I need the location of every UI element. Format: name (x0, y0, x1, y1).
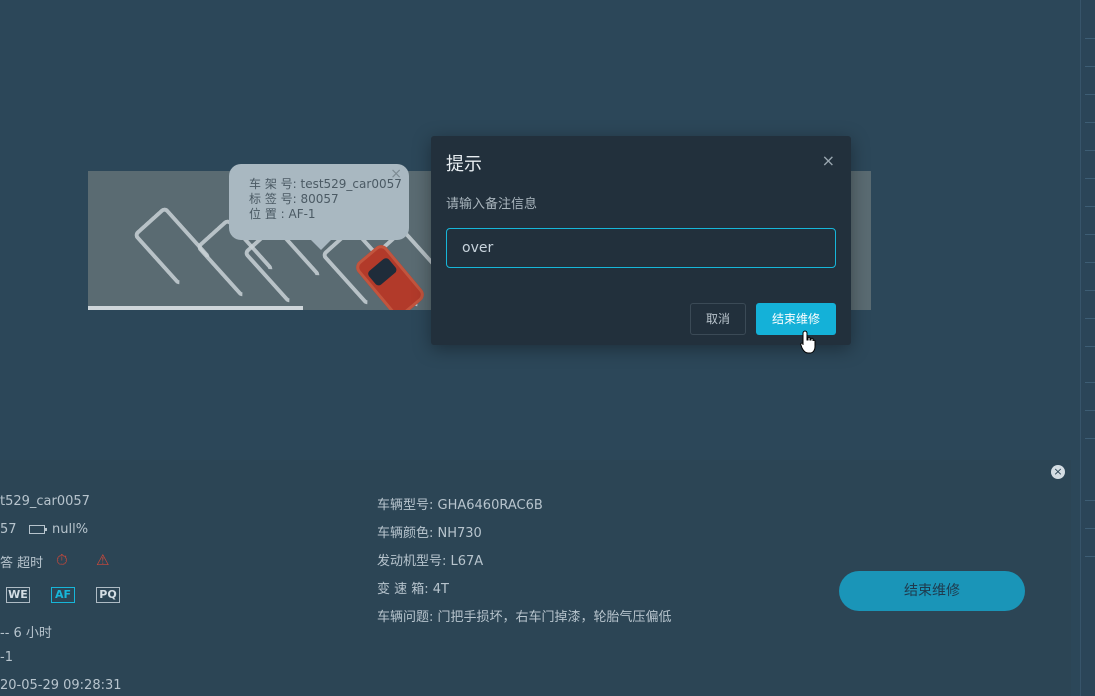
rail-tick (1085, 150, 1095, 151)
car-detail-panel: × t529_car0057 57 null% 答 超时 ⏱ ⚠ WE AF P… (0, 460, 1071, 696)
rail-tick (1085, 178, 1095, 179)
dialog-message: 请输入备注信息 (446, 197, 538, 212)
rail-tick (1085, 528, 1095, 529)
rail-tick (1085, 122, 1095, 123)
battery-level: null% (52, 522, 89, 537)
cancel-button[interactable]: 取消 (690, 303, 746, 335)
detail-datetime: 20-05-29 09:28:31 (0, 678, 122, 693)
timer-alert-icon: ⏱ (56, 551, 68, 569)
rail-tick (1085, 382, 1095, 383)
right-scroll-rail[interactable] (1080, 0, 1095, 696)
detail-car-model: 车辆型号: GHA6460RAC6B (377, 498, 543, 513)
hand-cursor-icon (800, 330, 816, 354)
badge-we[interactable]: WE (6, 587, 30, 603)
rail-tick (1085, 234, 1095, 235)
badge-af[interactable]: AF (51, 587, 75, 603)
dialog-title: 提示 (446, 154, 482, 175)
rail-tick (1085, 500, 1095, 501)
dialog-close-icon[interactable]: × (822, 151, 835, 170)
detail-car-problem: 车辆问题: 门把手损坏，右车门掉漆，轮胎气压偏低 (377, 610, 672, 625)
detail-car-color: 车辆颜色: NH730 (377, 526, 482, 541)
status-overtime: 答 超时 (0, 556, 44, 571)
remark-input[interactable] (446, 228, 836, 268)
detail-position: -1 (0, 650, 13, 665)
rail-tick (1085, 410, 1095, 411)
rail-tick (1085, 66, 1095, 67)
detail-gearbox: 变 速 箱: 4T (377, 582, 449, 597)
end-repair-confirm-button[interactable]: 结束维修 (756, 303, 836, 335)
detail-engine-model: 发动机型号: L67A (377, 554, 484, 569)
detail-frame-no: t529_car0057 (0, 494, 90, 509)
detail-duration: -- 6 小时 (0, 626, 52, 641)
rail-tick (1085, 318, 1095, 319)
road-line (88, 306, 303, 310)
rail-tick (1085, 290, 1095, 291)
rail-tick (1085, 346, 1095, 347)
tooltip-frame-no: 车 架 号: test529_car0057 (249, 177, 402, 191)
prompt-dialog: 提示 × 请输入备注信息 取消 结束维修 (431, 136, 851, 345)
detail-tag-no: 57 (0, 522, 17, 537)
rail-tick (1085, 94, 1095, 95)
panel-close-icon[interactable]: × (1051, 465, 1065, 479)
rail-tick (1085, 262, 1095, 263)
rail-tick (1085, 556, 1095, 557)
rail-tick (1085, 438, 1095, 439)
tooltip-tag-no: 标 签 号: 80057 (249, 192, 339, 206)
badge-pq[interactable]: PQ (96, 587, 120, 603)
car-info-tooltip: 车 架 号: test529_car0057 标 签 号: 80057 位 置 … (229, 164, 409, 250)
tooltip-close-icon[interactable]: × (390, 167, 402, 182)
siren-icon: ⚠ (96, 551, 110, 569)
battery-icon (29, 525, 47, 534)
rail-tick (1085, 206, 1095, 207)
tooltip-position: 位 置 : AF-1 (249, 207, 316, 221)
rail-tick (1085, 38, 1095, 39)
end-repair-button[interactable]: 结束维修 (839, 571, 1025, 611)
